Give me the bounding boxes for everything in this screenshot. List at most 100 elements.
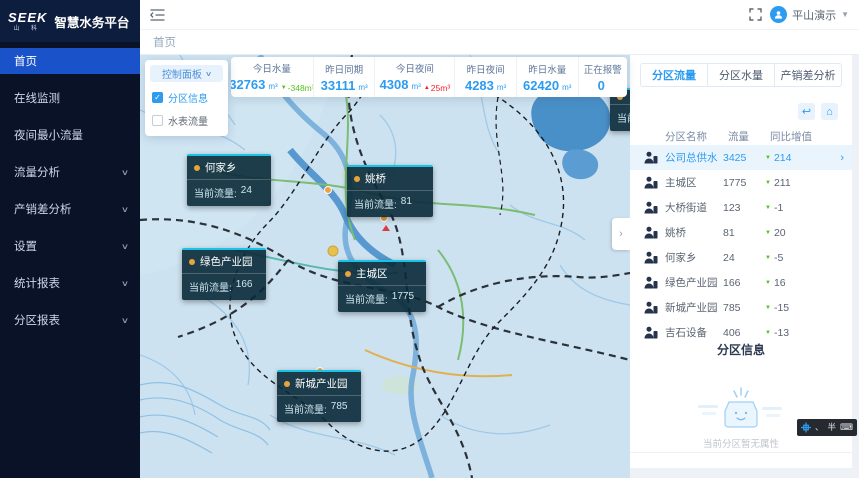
keyboard-icon: ⌨ bbox=[840, 423, 853, 432]
panel-tab[interactable]: 产销差分析 bbox=[774, 64, 841, 86]
layer-checkbox[interactable]: ✓ 分区信息 bbox=[150, 90, 223, 105]
partition-user-icon bbox=[644, 201, 659, 214]
user-icon bbox=[774, 10, 783, 19]
checkbox-label: 水表流量 bbox=[168, 113, 208, 128]
trend-arrow-icon bbox=[281, 85, 287, 91]
stat-value: 4283 bbox=[465, 78, 494, 93]
sidebar-item[interactable]: 首页 ∨ bbox=[0, 48, 140, 74]
sidebar-collapse-button[interactable] bbox=[150, 9, 165, 21]
map-control-card: 控制面板 ∨ ✓ 分区信息 ✓ 水表流量 bbox=[145, 60, 228, 136]
partition-user-icon bbox=[644, 226, 659, 239]
stat-label: 昨日水量 bbox=[528, 62, 566, 76]
fullscreen-button[interactable] bbox=[749, 8, 762, 21]
partition-user-icon bbox=[644, 176, 659, 189]
home-button[interactable]: ⌂ bbox=[821, 103, 838, 120]
stat-item: 昨日水量 62420 m³ bbox=[516, 57, 578, 97]
table-header: 分区名称 流量 同比增值 bbox=[630, 129, 852, 144]
panel-tabs: 分区流量 分区水量 产销差分析 bbox=[640, 63, 842, 87]
stat-value: 4308 bbox=[380, 77, 409, 92]
chevron-down-icon: ∨ bbox=[121, 242, 129, 251]
partition-table: 公司总供水 3425 214 › 主城区 1775 bbox=[630, 145, 852, 345]
partition-name: 公司总供水 bbox=[665, 150, 723, 165]
empty-state: 当前分区暂无属性 bbox=[630, 383, 852, 450]
stat-item: 正在报警 0 bbox=[578, 57, 628, 97]
partition-flow: 81 bbox=[723, 227, 765, 239]
panel-actions: ↩ ⌂ bbox=[798, 103, 838, 120]
down-arrow-icon bbox=[765, 180, 771, 186]
partition-name: 吉石设备 bbox=[665, 325, 723, 340]
stat-value: 32763 bbox=[231, 77, 265, 92]
partition-name: 姚桥 bbox=[665, 225, 723, 240]
back-button[interactable]: ↩ bbox=[798, 103, 815, 120]
chevron-down-icon: ∨ bbox=[121, 205, 129, 214]
partition-user-icon bbox=[644, 151, 659, 164]
panel-collapse-handle[interactable]: › bbox=[612, 218, 630, 250]
stat-item: 今日夜间 4308 m³ 25m³ bbox=[374, 57, 454, 97]
crosshair-icon bbox=[801, 422, 811, 433]
stat-unit: m³ bbox=[358, 83, 367, 92]
partition-delta: -13 bbox=[774, 327, 789, 339]
partition-delta: -1 bbox=[774, 202, 783, 214]
partition-delta: 16 bbox=[774, 277, 786, 289]
partition-flow: 406 bbox=[723, 327, 765, 339]
table-row[interactable]: 何家乡 24 -5 › bbox=[630, 245, 852, 270]
tab-label: 分区水量 bbox=[719, 67, 763, 83]
partition-name: 主城区 bbox=[665, 175, 723, 190]
partition-delta: 214 bbox=[774, 152, 792, 164]
partition-flow: 3425 bbox=[723, 152, 765, 164]
sidebar-item-label: 产销差分析 bbox=[14, 201, 72, 217]
sidebar-item[interactable]: 流量分析 ∨ bbox=[0, 159, 140, 185]
down-arrow-icon bbox=[765, 305, 771, 311]
user-menu[interactable]: 平山演示 ▼ bbox=[770, 6, 849, 23]
table-row[interactable]: 主城区 1775 211 › bbox=[630, 170, 852, 195]
tab-label: 产销差分析 bbox=[781, 67, 836, 83]
sidebar-item-label: 设置 bbox=[14, 238, 37, 254]
brand-logo-text: SEEK bbox=[8, 11, 47, 24]
down-arrow-icon bbox=[765, 155, 771, 161]
sidebar-item[interactable]: 在线监测 ∨ bbox=[0, 85, 140, 111]
stat-value: 33111 bbox=[321, 78, 356, 93]
stats-card: 今日水量 32763 m³ -348m³ 昨日同期 33111 m³ 今日夜间 bbox=[231, 57, 627, 97]
sidebar-item-label: 在线监测 bbox=[14, 90, 60, 106]
stat-unit: m³ bbox=[562, 83, 571, 92]
stat-delta: -348m³ bbox=[281, 83, 313, 93]
table-row[interactable]: 姚桥 81 20 › bbox=[630, 220, 852, 245]
partition-delta: -5 bbox=[774, 252, 783, 264]
stat-label: 昨日夜间 bbox=[467, 62, 505, 76]
empty-box-icon bbox=[696, 383, 786, 433]
panel-tab[interactable]: 分区流量 bbox=[641, 64, 707, 86]
brand-logo-subtext: 山 科 bbox=[13, 26, 42, 32]
partition-flow: 1775 bbox=[723, 177, 765, 189]
table-row[interactable]: 新城产业园 785 -15 › bbox=[630, 295, 852, 320]
chevron-down-icon: ∨ bbox=[205, 70, 212, 78]
sidebar-item-label: 流量分析 bbox=[14, 164, 60, 180]
sidebar-item[interactable]: 统计报表 ∨ bbox=[0, 270, 140, 296]
stat-value: 0 bbox=[598, 78, 605, 93]
floating-toolbar[interactable]: 、 半 ⌨ bbox=[797, 419, 857, 436]
sidebar-item[interactable]: 夜间最小流量 ∨ bbox=[0, 122, 140, 148]
sidebar-item[interactable]: 设置 ∨ bbox=[0, 233, 140, 259]
table-row[interactable]: 绿色产业园 166 16 › bbox=[630, 270, 852, 295]
stat-unit: m³ bbox=[412, 82, 421, 91]
stat-unit: m³ bbox=[268, 82, 277, 91]
table-row[interactable]: 公司总供水 3425 214 › bbox=[630, 145, 852, 170]
sidebar-item[interactable]: 分区报表 ∨ bbox=[0, 307, 140, 333]
map-layer-dropdown[interactable]: 控制面板 ∨ bbox=[150, 65, 223, 82]
down-arrow-icon bbox=[765, 280, 771, 286]
sidebar-item-label: 分区报表 bbox=[14, 312, 60, 328]
app-title: 智慧水务平台 bbox=[54, 12, 129, 31]
panel-tab[interactable]: 分区水量 bbox=[707, 64, 774, 86]
stat-label: 今日水量 bbox=[253, 61, 291, 75]
down-arrow-icon bbox=[765, 205, 771, 211]
breadcrumb[interactable]: 首页 bbox=[153, 34, 176, 50]
checkbox-label: 分区信息 bbox=[168, 90, 208, 105]
sidebar-item[interactable]: 产销差分析 ∨ bbox=[0, 196, 140, 222]
trend-arrow-icon bbox=[424, 85, 430, 91]
table-row[interactable]: 大桥街道 123 -1 › bbox=[630, 195, 852, 220]
empty-state-text: 当前分区暂无属性 bbox=[703, 436, 779, 450]
partition-name: 大桥街道 bbox=[665, 200, 723, 215]
stat-item: 昨日同期 33111 m³ bbox=[313, 57, 375, 97]
breadcrumb-bar: 首页 bbox=[140, 30, 859, 55]
layer-checkbox[interactable]: ✓ 水表流量 bbox=[150, 113, 223, 128]
sidebar: SEEK 山 科 智慧水务平台 首页 ∨ 在线监测 ∨ 夜间最小流量 ∨ 流量分… bbox=[0, 0, 140, 478]
